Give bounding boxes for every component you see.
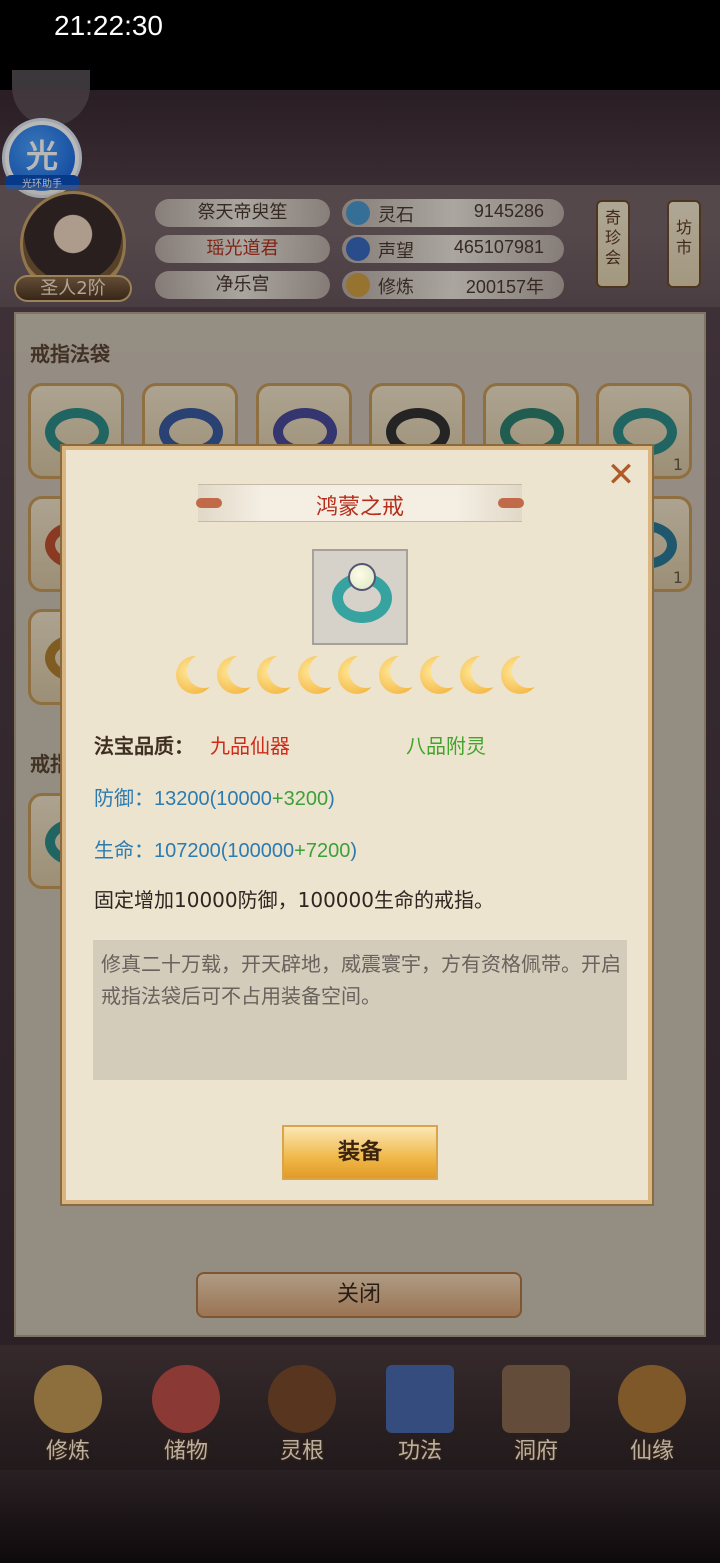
moon-star-icon [257, 654, 303, 694]
quality-value: 九品仙器 [210, 734, 290, 758]
moon-star-icon [176, 654, 221, 694]
item-title-banner: 鸿蒙之戒 [198, 484, 522, 522]
quality-label: 法宝品质： [94, 734, 194, 758]
defense-stat: 防御：13200(10000+3200) [94, 788, 335, 810]
item-lore: 修真二十万载，开天辟地，威震寰宇，方有资格佩带。开启戒指法袋后可不占用装备空间。 [101, 952, 621, 1008]
item-description: 固定增加10000防御，100000生命的戒指。 [94, 888, 494, 912]
ring-gem [348, 563, 376, 591]
equip-button[interactable]: 装备 [282, 1125, 438, 1180]
banner-ornament-right [498, 498, 524, 508]
item-title: 鸿蒙之戒 [315, 495, 404, 520]
status-bar: 21:22:30 [0, 0, 720, 90]
moon-star-icon [500, 654, 546, 694]
enchant-value: 八品附灵 [406, 734, 486, 758]
moon-star-icon [297, 654, 343, 694]
moon-star-icon [216, 654, 262, 694]
banner-ornament-left [196, 498, 222, 508]
item-image [312, 549, 408, 645]
item-lore-box: 修真二十万载，开天辟地，威震寰宇，方有资格佩带。开启戒指法袋后可不占用装备空间。 [93, 940, 627, 1080]
close-icon[interactable]: ✕ [604, 458, 638, 492]
life-stat: 生命：107200(100000+7200) [94, 840, 357, 862]
bottom-bar [0, 1470, 720, 1563]
moon-star-icon [419, 654, 465, 694]
moon-star-icon [460, 654, 506, 694]
status-time: 21:22:30 [54, 10, 163, 41]
moon-star-icon [379, 654, 424, 694]
